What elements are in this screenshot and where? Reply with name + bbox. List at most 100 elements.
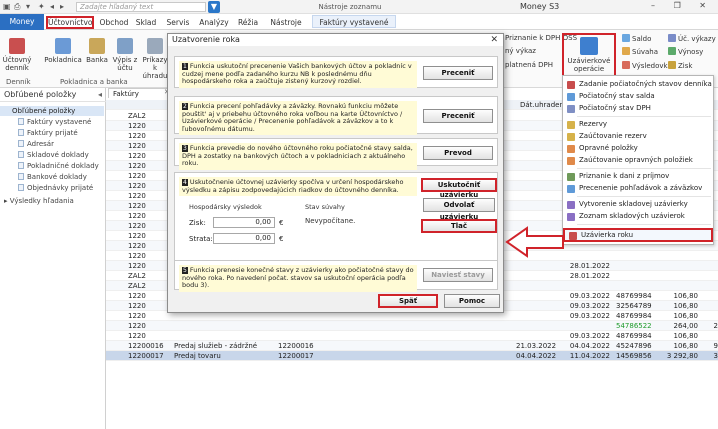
platnena-dph-button[interactable]: platnená DPH	[505, 61, 553, 70]
table-cell-var: 12200017	[278, 352, 314, 360]
banka-label: Banka	[86, 56, 108, 64]
tab-money[interactable]: Money	[0, 14, 44, 30]
zisk-field[interactable]: 0,00	[213, 217, 275, 228]
menu-item-zauctovanie-opravnych-poloziek[interactable]: Zaúčtovanie opravných položiek	[563, 155, 713, 166]
table-cell-dat: 04.04.2022	[516, 352, 556, 360]
favorite-item[interactable]: Bankové doklady	[18, 172, 104, 182]
post-reserves-icon	[567, 133, 575, 141]
document-icon	[18, 140, 24, 147]
menu-item-uzavierka-roku[interactable]: Uzávierka roku	[563, 228, 713, 242]
step-4-text: 4 Uskutočnenie účtovnej uzávierky spočíva…	[179, 177, 417, 196]
panel-step-5: 5 Funkcia prenesie konečné stavy z uzávie…	[174, 260, 498, 292]
prikazy-button[interactable]: Príkazy k úhradu	[142, 38, 168, 80]
search-input[interactable]: Zadajte hľadaný text	[76, 2, 206, 12]
favorite-item[interactable]: Skladové doklady	[18, 150, 104, 160]
vysledovka-button[interactable]: Výsledovka	[622, 61, 672, 71]
tab-obchod[interactable]: Obchod	[98, 16, 130, 29]
favorite-item-label: Objednávky prijaté	[27, 184, 94, 192]
preceniť-ucty-button[interactable]: Preceniť	[423, 66, 493, 80]
table-row[interactable]: 12200016 Predaj služieb - zádržné 12200016…	[106, 341, 718, 351]
tab-sklad[interactable]: Sklad	[134, 16, 158, 29]
table-cell-doc: 48769984	[616, 332, 652, 340]
spat-button[interactable]: Späť	[378, 294, 438, 308]
prevod-button[interactable]: Prevod	[423, 146, 493, 160]
forward-icon[interactable]: ▸	[60, 3, 68, 11]
lightbulb-icon[interactable]: ✦	[38, 3, 46, 11]
menu-item-zoznam-skladovych-uzavierok[interactable]: Zoznam skladových uzávierok	[563, 211, 713, 222]
table-row[interactable]: 1220 54786522 264,00 2	[106, 321, 718, 331]
tab-analyzy[interactable]: Analýzy	[198, 16, 230, 29]
back-icon[interactable]: ◂	[50, 3, 58, 11]
tab-rezia[interactable]: Réžia	[236, 16, 260, 29]
tlac-button[interactable]: Tlač	[421, 219, 497, 233]
pokladnica-button[interactable]: Pokladnica	[44, 38, 82, 64]
vypis-z-uctu-button[interactable]: Výpis z účtu	[112, 38, 138, 72]
favorite-item-label: Faktúry prijaté	[27, 129, 78, 137]
dialog-title-bar: Uzatvorenie roka ✕	[168, 34, 503, 46]
close-icon[interactable]: ✕	[490, 34, 498, 46]
search-results-item[interactable]: ▸ Výsledky hľadania	[4, 197, 74, 205]
favorites-group[interactable]: Obľúbené položky	[0, 106, 104, 116]
tab-uctovnictvo[interactable]: Účtovníctvo	[46, 16, 94, 29]
favorite-item[interactable]: Adresár	[18, 139, 104, 149]
table-row[interactable]: 12200017 Predaj tovaru 12200017 04.04.2022 1…	[106, 351, 718, 361]
preceniť-pohladavky-button[interactable]: Preceniť	[423, 109, 493, 123]
table-cell-val: 106,80	[673, 342, 699, 350]
table-cell-num: 1220	[128, 332, 146, 340]
uc-vykazy-label: Úč. výkazy	[678, 35, 716, 43]
suvaha-button[interactable]: Súvaha	[622, 47, 658, 57]
menu-item-pociatocne-stavy-dennika[interactable]: Zadanie počiatočných stavov denníka	[563, 79, 713, 90]
print-icon[interactable]: ⎙	[14, 3, 22, 11]
uskutocnit-uzavierku-button[interactable]: Uskutočniť uzávierku	[421, 178, 497, 199]
document-icon	[18, 129, 24, 136]
favorite-item[interactable]: Faktúry vystavené	[18, 117, 104, 127]
table-row[interactable]: 1220 09.03.2022 48769984 106,80	[106, 331, 718, 341]
stav-suvahy-value: Nevypočítane.	[305, 217, 356, 225]
panel-step-3: 3 Funkcia prevedie do nového účtovného ro…	[174, 138, 498, 170]
tab-nastroje[interactable]: Nástroje	[266, 16, 306, 29]
table-cell-txt: Predaj služieb - zádržné	[174, 342, 258, 350]
table-cell-num: 1220	[128, 322, 146, 330]
uzatvorenie-roka-dialog: Uzatvorenie roka ✕ 1 Funkcia uskutoční pr…	[167, 33, 504, 313]
statement-icon	[117, 38, 133, 54]
menu-item-priznanie-dani[interactable]: Priznanie k dani z príjmov	[563, 171, 713, 182]
menu-item-label: Opravné položky	[579, 144, 638, 152]
tab-faktury-vystavene[interactable]: Faktúry vystavené	[312, 15, 396, 28]
vynosy-button[interactable]: Výnosy	[668, 47, 703, 57]
naviest-stavy-button[interactable]: Naviesť stavy	[423, 268, 493, 282]
uctovny-dennik-button[interactable]: Účtovný denník	[2, 38, 32, 72]
collapse-icon[interactable]: ◂	[98, 88, 102, 102]
favorite-item[interactable]: Faktúry prijaté	[18, 128, 104, 138]
odvolat-uzavierku-button[interactable]: Odvolať uzávierku	[423, 198, 495, 221]
menu-item-zauctovanie-rezerv[interactable]: Zaúčtovanie rezerv	[563, 131, 713, 142]
banka-button[interactable]: Banka	[84, 38, 110, 64]
dropdown-icon[interactable]: ▾	[26, 3, 34, 11]
tab-servis[interactable]: Servis	[164, 16, 192, 29]
favorite-item[interactable]: Objednávky prijaté	[18, 183, 104, 193]
zisk-label: Zisk	[678, 62, 693, 70]
filter-icon[interactable]: ▼	[208, 1, 220, 13]
col-dat-uhradenia[interactable]: Dát.uhraden	[520, 100, 566, 110]
menu-item-vytvorenie-skladovej-uzavierky[interactable]: Vytvorenie skladovej uzávierky	[563, 199, 713, 210]
pomoc-button[interactable]: Pomoc	[444, 294, 500, 308]
menu-item-opravne-polozky[interactable]: Opravné položky	[563, 143, 713, 154]
save-icon[interactable]: ▣	[3, 3, 11, 11]
vykaz-button[interactable]: ný výkaz	[505, 47, 536, 56]
doc-tab-faktury[interactable]: Faktúry vystave	[108, 88, 168, 108]
menu-item-precenenie[interactable]: Precenenie pohľadávok a záväzkov	[563, 183, 713, 194]
vypis-z-uctu-label: Výpis z účtu	[112, 56, 138, 72]
favorite-item[interactable]: Pokladničné doklady	[18, 161, 104, 171]
balance-sheet-icon	[622, 47, 630, 55]
zisk-button[interactable]: Zisk	[668, 61, 692, 71]
reserves-icon	[567, 121, 575, 129]
menu-item-label: Počiatočný stav DPH	[579, 104, 651, 112]
strata-field[interactable]: 0,00	[213, 233, 275, 244]
menu-item-rezervy[interactable]: Rezervy	[563, 119, 713, 130]
menu-item-pociatocny-stav-dph[interactable]: Počiatočný stav DPH	[563, 103, 713, 114]
menu-separator	[577, 116, 711, 117]
table-cell-dat2: 09.03.2022	[569, 332, 610, 340]
menu-item-pociatocny-stav-salda[interactable]: Počiatočný stav salda	[563, 91, 713, 102]
saldo-button[interactable]: Saldo	[622, 34, 651, 44]
window-controls[interactable]: – ❐ ✕	[651, 1, 714, 10]
uc-vykazy-button[interactable]: Úč. výkazy	[668, 34, 716, 44]
